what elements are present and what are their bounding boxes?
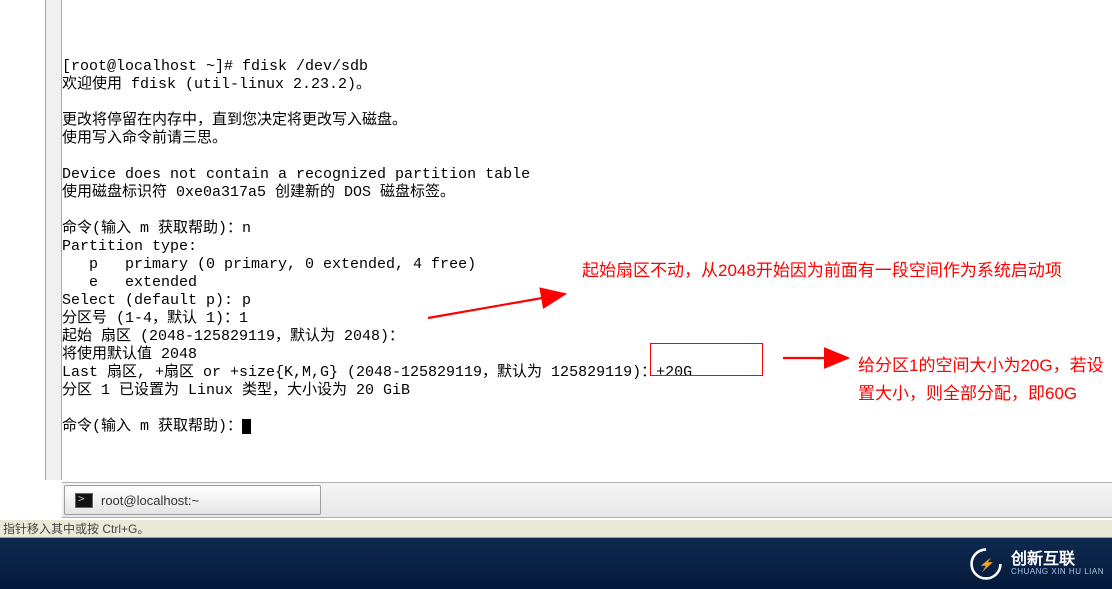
terminal-line: 欢迎使用 fdisk (util-linux 2.23.2)。: [62, 76, 1112, 94]
terminal-line: 更改将停留在内存中，直到您决定将更改写入磁盘。: [62, 112, 1112, 130]
terminal-cursor: [242, 419, 251, 434]
terminal-line: Select (default p): p: [62, 292, 1112, 310]
terminal-line: [62, 40, 1112, 58]
terminal-line: Device does not contain a recognized par…: [62, 166, 1112, 184]
brand-footer: 创新互联 CHUANG XIN HU LIAN: [0, 538, 1112, 589]
vertical-scrollbar[interactable]: [45, 0, 62, 480]
terminal-line: 命令(输入 m 获取帮助)：: [62, 418, 1112, 436]
terminal-line: 使用磁盘标识符 0xe0a317a5 创建新的 DOS 磁盘标签。: [62, 184, 1112, 202]
brand-name-en: CHUANG XIN HU LIAN: [1011, 568, 1104, 577]
brand-logo-icon: [969, 547, 1003, 581]
terminal-line: [root@localhost ~]# fdisk /dev/sdb: [62, 58, 1112, 76]
terminal-icon: [75, 493, 93, 508]
vm-taskbar: root@localhost:~: [62, 482, 1112, 518]
brand-block: 创新互联 CHUANG XIN HU LIAN: [969, 546, 1104, 582]
terminal-line: 分区号 (1-4，默认 1)：1: [62, 310, 1112, 328]
terminal-line: 命令(输入 m 获取帮助)：n: [62, 220, 1112, 238]
terminal-line: [62, 94, 1112, 112]
hint-text: 指针移入其中或按 Ctrl+G。: [3, 522, 149, 536]
highlight-box-size-input: [650, 343, 763, 376]
brand-name-cn: 创新互联: [1011, 551, 1104, 569]
vm-hint-bar: 指针移入其中或按 Ctrl+G。: [0, 520, 1112, 538]
annotation-start-sector: 起始扇区不动，从2048开始因为前面有一段空间作为系统启动项: [582, 257, 1087, 284]
taskbar-item-label: root@localhost:~: [101, 493, 199, 508]
taskbar-item-terminal[interactable]: root@localhost:~: [64, 485, 321, 515]
terminal-line: 起始 扇区 (2048-125829119，默认为 2048)：: [62, 328, 1112, 346]
terminal-line: [62, 202, 1112, 220]
annotation-partition-size: 给分区1的空间大小为20G，若设置大小，则全部分配，即60G: [858, 352, 1108, 408]
terminal-line: 使用写入命令前请三思。: [62, 130, 1112, 148]
terminal-line: Partition type:: [62, 238, 1112, 256]
terminal-line: [62, 148, 1112, 166]
